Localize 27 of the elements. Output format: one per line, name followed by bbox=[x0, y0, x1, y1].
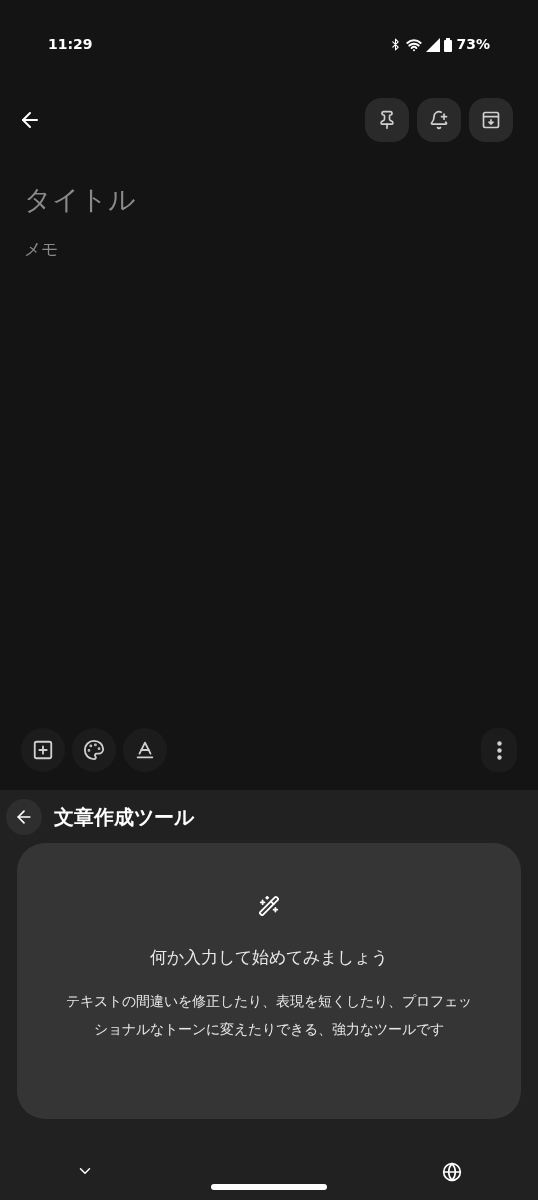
text-format-button[interactable] bbox=[123, 728, 167, 772]
plus-box-icon bbox=[32, 739, 54, 761]
more-icon bbox=[496, 740, 502, 760]
globe-icon[interactable] bbox=[442, 1162, 462, 1182]
card-heading: 何か入力して始めてみましょう bbox=[150, 946, 388, 969]
battery-icon bbox=[444, 37, 453, 52]
bell-plus-icon bbox=[429, 110, 449, 130]
title-field[interactable]: タイトル bbox=[24, 180, 514, 221]
archive-button[interactable] bbox=[469, 98, 513, 142]
add-button[interactable] bbox=[21, 728, 65, 772]
reminder-button[interactable] bbox=[417, 98, 461, 142]
status-time: 11:29 bbox=[48, 35, 93, 54]
wifi-icon bbox=[406, 36, 423, 53]
text-format-icon bbox=[134, 739, 156, 761]
note-field[interactable]: メモ bbox=[24, 236, 514, 262]
more-button[interactable] bbox=[481, 728, 517, 772]
pin-button[interactable] bbox=[365, 98, 409, 142]
pin-icon bbox=[377, 110, 397, 130]
card-description: テキストの間違いを修正したり、表現を短くしたり、プロフェッショナルなトーンに変えたりできる、強力なツールです bbox=[65, 991, 473, 1039]
magic-wand-icon bbox=[258, 895, 280, 917]
battery-percent: 73% bbox=[456, 35, 490, 54]
palette-icon bbox=[83, 739, 105, 761]
back-button[interactable] bbox=[6, 798, 42, 835]
palette-button[interactable] bbox=[72, 728, 116, 772]
panel-title: 文章作成ツール bbox=[54, 803, 194, 831]
signal-icon bbox=[426, 37, 441, 52]
archive-icon bbox=[481, 110, 501, 130]
